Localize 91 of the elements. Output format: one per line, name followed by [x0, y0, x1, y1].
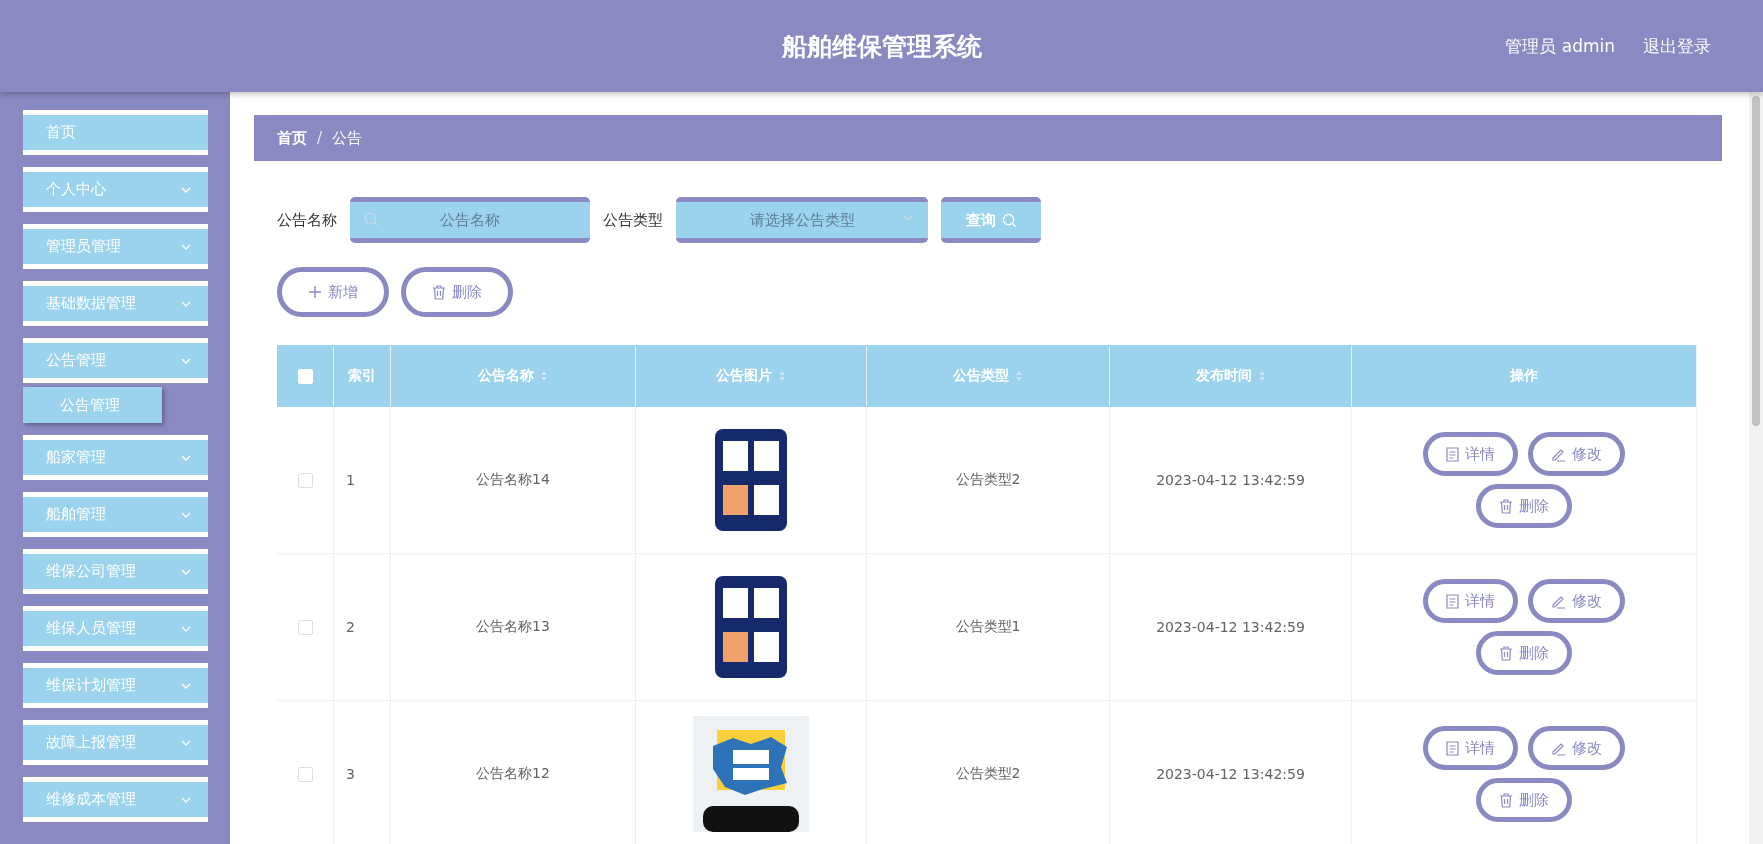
sort-icon[interactable] — [540, 370, 548, 382]
menu-label: 维保计划管理 — [46, 676, 137, 695]
column-header: 公告类型 — [953, 367, 1009, 385]
row-checkbox[interactable] — [297, 619, 313, 635]
breadcrumb-link[interactable]: 首页 — [277, 128, 307, 148]
edit-button[interactable]: 修改 — [1528, 579, 1625, 623]
menu-label: 基础数据管理 — [46, 294, 137, 313]
table-cell: 2023-04-12 13:42:59 — [1156, 619, 1305, 635]
edit-button[interactable]: 修改 — [1528, 432, 1625, 476]
menu-label: 维修成本管理 — [46, 790, 137, 809]
sidebar-menu-item[interactable]: 故障上报管理 — [23, 720, 208, 765]
column-header: 公告名称 — [478, 367, 534, 385]
sidebar-menu-item[interactable]: 维保人员管理 — [23, 606, 208, 651]
column-header-cell[interactable]: 索引 — [334, 345, 391, 407]
delete-button[interactable]: 删除 — [401, 267, 513, 317]
sidebar-menu-item[interactable]: 管理员管理 — [23, 224, 208, 269]
document-icon — [1446, 446, 1459, 462]
search-icon — [364, 212, 379, 227]
trash-icon — [432, 284, 446, 300]
scrollbar[interactable] — [1749, 92, 1763, 844]
column-header-cell[interactable]: 操作 — [1352, 345, 1697, 407]
menu-label: 船舶管理 — [46, 505, 107, 524]
detail-button[interactable]: 详情 — [1423, 432, 1518, 476]
trash-icon — [1499, 792, 1513, 808]
trash-icon — [1499, 498, 1513, 514]
menu-label: 故障上报管理 — [46, 733, 137, 752]
table-cell: 公告类型2 — [955, 765, 1021, 783]
document-icon — [1446, 593, 1459, 609]
table-cell: 2023-04-12 13:42:59 — [1156, 766, 1305, 782]
select-all-checkbox[interactable] — [297, 368, 313, 384]
table-cell: 公告类型1 — [955, 618, 1021, 636]
system-title: 船舶维保管理系统 — [781, 31, 982, 61]
table-cell: 3 — [346, 766, 355, 782]
sort-icon[interactable] — [1015, 370, 1023, 382]
sidebar-menu-item[interactable]: 基础数据管理 — [23, 281, 208, 326]
name-search-field[interactable]: 公告名称 — [350, 197, 590, 243]
menu-label: 个人中心 — [46, 180, 107, 199]
field-label: 公告名称 — [277, 210, 337, 230]
trash-icon — [1499, 645, 1513, 661]
table-cell: 公告名称14 — [476, 471, 550, 489]
scrollbar-thumb[interactable] — [1752, 96, 1760, 426]
sidebar-menu-item[interactable]: 船舶管理 — [23, 492, 208, 537]
column-header-cell[interactable]: 公告名称 — [391, 345, 636, 407]
sidebar-menu-item[interactable]: 个人中心 — [23, 167, 208, 212]
row-checkbox[interactable] — [297, 766, 313, 782]
column-header: 发布时间 — [1195, 367, 1252, 385]
sort-icon[interactable] — [778, 370, 786, 382]
detail-button[interactable]: 详情 — [1423, 726, 1518, 770]
sidebar-submenu-item[interactable]: 公告管理 — [23, 387, 162, 423]
field-label: 公告类型 — [603, 210, 663, 230]
column-header: 索引 — [348, 367, 376, 385]
table-cell: 公告名称12 — [476, 765, 550, 783]
search-icon — [1001, 212, 1017, 228]
menu-label: 公告管理 — [46, 351, 107, 370]
plus-icon — [308, 285, 322, 299]
document-icon — [1446, 740, 1459, 756]
row-checkbox[interactable] — [297, 472, 313, 488]
delete-button[interactable]: 删除 — [1476, 484, 1572, 528]
column-header-cell[interactable]: 公告图片 — [636, 345, 867, 407]
sidebar-menu-item[interactable]: 首页 — [23, 110, 208, 155]
column-header-cell[interactable]: 发布时间 — [1110, 345, 1352, 407]
table-cell: 公告名称13 — [476, 618, 550, 636]
delete-button[interactable]: 删除 — [1476, 778, 1572, 822]
logout-link[interactable]: 退出登录 — [1643, 34, 1711, 58]
sidebar-menu-item[interactable]: 维修成本管理 — [23, 777, 208, 822]
column-header-cell[interactable]: 公告类型 — [867, 345, 1110, 407]
detail-button[interactable]: 详情 — [1423, 579, 1518, 623]
sidebar-menu-item[interactable]: 维保计划管理 — [23, 663, 208, 708]
menu-label: 维保公司管理 — [46, 562, 137, 581]
sidebar-menu-item[interactable]: 船家管理 — [23, 435, 208, 480]
breadcrumb-link[interactable]: 公告 — [332, 128, 363, 148]
add-button[interactable]: 新增 — [277, 267, 389, 317]
edit-button[interactable]: 修改 — [1528, 726, 1625, 770]
admin-user-label: 管理员 admin — [1505, 34, 1615, 58]
type-select[interactable]: 请选择公告类型 — [676, 197, 928, 243]
query-button[interactable]: 查询 — [941, 197, 1041, 243]
table-cell: 1 — [346, 472, 355, 488]
sort-icon[interactable] — [1257, 370, 1266, 382]
sidebar-menu-item[interactable]: 维保公司管理 — [23, 549, 208, 594]
sidebar-menu-item[interactable]: 公告管理 — [23, 338, 208, 383]
column-header: 公告图片 — [716, 367, 772, 385]
delete-button[interactable]: 删除 — [1476, 631, 1572, 675]
table-cell: 2 — [346, 619, 355, 635]
menu-label: 管理员管理 — [46, 237, 122, 256]
breadcrumb-separator: / — [317, 129, 323, 147]
menu-label: 首页 — [46, 123, 77, 142]
menu-label: 船家管理 — [46, 448, 107, 467]
column-header: 操作 — [1510, 367, 1538, 385]
menu-label: 维保人员管理 — [46, 619, 137, 638]
table-cell: 公告类型2 — [955, 471, 1021, 489]
table-cell: 2023-04-12 13:42:59 — [1156, 472, 1305, 488]
